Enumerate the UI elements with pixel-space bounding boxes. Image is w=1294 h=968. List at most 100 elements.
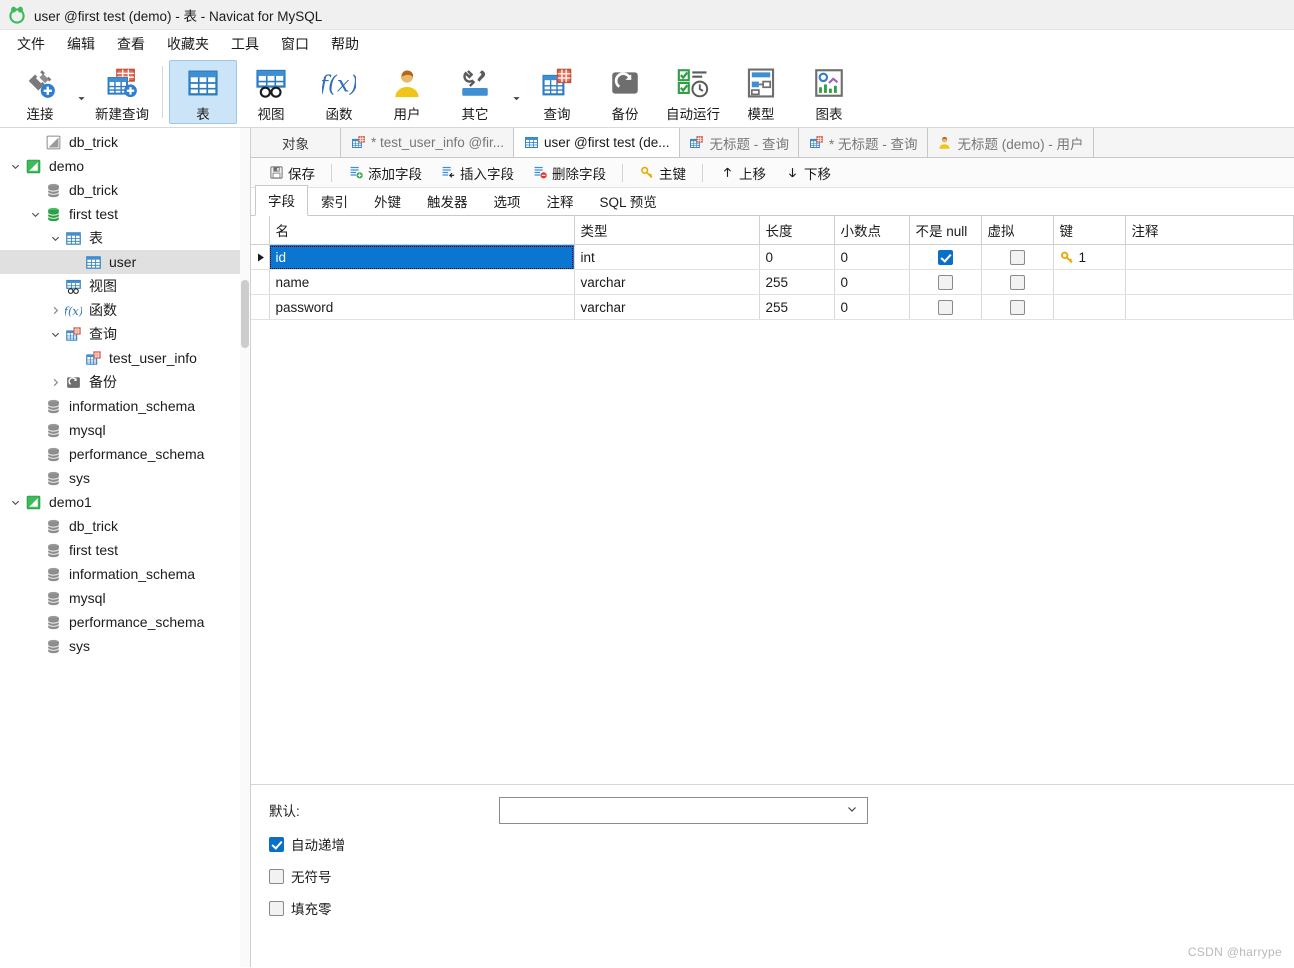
cell-key[interactable] bbox=[1053, 294, 1126, 320]
toolbar-button-函数[interactable]: f(x) 函数 bbox=[305, 60, 373, 124]
document-tab-0[interactable]: * test_user_info @fir... bbox=[341, 128, 515, 157]
cell-field-type[interactable]: varchar bbox=[574, 269, 760, 295]
tree-item-demo1[interactable]: demo1 bbox=[0, 490, 250, 514]
table-row[interactable]: name varchar 255 0 bbox=[251, 269, 1294, 295]
option-checkbox[interactable] bbox=[269, 836, 284, 852]
cell-field-decimals[interactable]: 0 bbox=[834, 244, 910, 270]
cell-field-length[interactable]: 0 bbox=[759, 244, 835, 270]
menu-edit[interactable]: 编辑 bbox=[56, 31, 106, 57]
option-checkbox[interactable] bbox=[269, 900, 284, 916]
cell-field-length[interactable]: 255 bbox=[759, 269, 835, 295]
col-header-type[interactable]: 类型 bbox=[574, 216, 760, 245]
virtual-checkbox[interactable] bbox=[1009, 274, 1025, 290]
toolbar-button-模型[interactable]: 模型 bbox=[727, 60, 795, 124]
tree-item-test_user_info[interactable]: test_user_info bbox=[0, 346, 250, 370]
cell-field-decimals[interactable]: 0 bbox=[834, 269, 910, 295]
tree-item-information_schema[interactable]: information_schema bbox=[0, 562, 250, 586]
cell-field-decimals[interactable]: 0 bbox=[834, 294, 910, 320]
tree-item-表[interactable]: 表 bbox=[0, 226, 250, 250]
col-header-not-null[interactable]: 不是 null bbox=[909, 216, 982, 245]
col-header-key[interactable]: 键 bbox=[1053, 216, 1126, 245]
action-保存[interactable]: 保存 bbox=[259, 159, 324, 187]
tree-item-备份[interactable]: 备份 bbox=[0, 370, 250, 394]
cell-key[interactable] bbox=[1053, 269, 1126, 295]
table-row[interactable]: password varchar 255 0 bbox=[251, 294, 1294, 320]
tree-item-performance_schema[interactable]: performance_schema bbox=[0, 442, 250, 466]
col-header-length[interactable]: 长度 bbox=[759, 216, 835, 245]
toolbar-button-其它[interactable]: 其它 bbox=[441, 60, 509, 124]
tree-item-mysql[interactable]: mysql bbox=[0, 418, 250, 442]
subtab-选项[interactable]: 选项 bbox=[481, 186, 534, 216]
cell-virtual[interactable] bbox=[981, 244, 1054, 270]
cell-comment[interactable] bbox=[1125, 244, 1294, 270]
toolbar-dropdown-caret[interactable] bbox=[509, 60, 523, 124]
cell-field-name[interactable]: id bbox=[269, 244, 575, 270]
col-header-decimals[interactable]: 小数点 bbox=[834, 216, 910, 245]
subtab-注释[interactable]: 注释 bbox=[534, 186, 587, 216]
tree-item-视图[interactable]: 视图 bbox=[0, 274, 250, 298]
menu-favorites[interactable]: 收藏夹 bbox=[156, 31, 220, 57]
toolbar-dropdown-caret[interactable] bbox=[74, 60, 88, 124]
tree-item-performance_schema[interactable]: performance_schema bbox=[0, 610, 250, 634]
tree-item-db_trick[interactable]: db_trick bbox=[0, 178, 250, 202]
cell-comment[interactable] bbox=[1125, 269, 1294, 295]
cell-field-name[interactable]: name bbox=[269, 269, 575, 295]
tree-twisty-right-icon[interactable] bbox=[46, 305, 64, 316]
tree-twisty-down-icon[interactable] bbox=[6, 497, 24, 508]
action-添加字段[interactable]: 添加字段 bbox=[339, 159, 431, 187]
menu-help[interactable]: 帮助 bbox=[320, 31, 370, 57]
document-tab-1[interactable]: user @first test (de... bbox=[514, 128, 680, 157]
subtab-字段[interactable]: 字段 bbox=[255, 185, 308, 216]
virtual-checkbox[interactable] bbox=[1009, 299, 1025, 315]
cell-field-type[interactable]: int bbox=[574, 244, 760, 270]
tree-item-sys[interactable]: sys bbox=[0, 466, 250, 490]
tree-item-db_trick[interactable]: db_trick bbox=[0, 514, 250, 538]
table-row[interactable]: id int 0 0 1 bbox=[251, 244, 1294, 270]
subtab-SQL-预览[interactable]: SQL 预览 bbox=[587, 186, 670, 216]
col-header-virtual[interactable]: 虚拟 bbox=[981, 216, 1054, 245]
option-自动递增[interactable]: 自动递增 bbox=[269, 832, 1294, 856]
toolbar-button-图表[interactable]: 图表 bbox=[795, 60, 863, 124]
tree-twisty-down-icon[interactable] bbox=[46, 233, 64, 244]
object-tab[interactable]: 对象 bbox=[251, 128, 341, 157]
menu-view[interactable]: 查看 bbox=[106, 31, 156, 57]
cell-field-name[interactable]: password bbox=[269, 294, 575, 320]
sidebar-scrollbar-thumb[interactable] bbox=[241, 280, 249, 348]
cell-comment[interactable] bbox=[1125, 294, 1294, 320]
not-null-checkbox[interactable] bbox=[937, 299, 953, 315]
option-填充零[interactable]: 填充零 bbox=[269, 896, 1294, 920]
action-下移[interactable]: 下移 bbox=[775, 159, 840, 187]
cell-field-type[interactable]: varchar bbox=[574, 294, 760, 320]
action-主键[interactable]: 主键 bbox=[630, 159, 695, 187]
toolbar-button-连接[interactable]: 连接 bbox=[6, 60, 74, 124]
cell-virtual[interactable] bbox=[981, 294, 1054, 320]
toolbar-button-自动运行[interactable]: 自动运行 bbox=[659, 60, 727, 124]
document-tab-3[interactable]: * 无标题 - 查询 bbox=[799, 128, 928, 157]
not-null-checkbox[interactable] bbox=[937, 249, 953, 265]
tree-item-函数[interactable]: f(x) 函数 bbox=[0, 298, 250, 322]
tree-twisty-down-icon[interactable] bbox=[6, 161, 24, 172]
menu-window[interactable]: 窗口 bbox=[270, 31, 320, 57]
cell-not-null[interactable] bbox=[909, 244, 982, 270]
virtual-checkbox[interactable] bbox=[1009, 249, 1025, 265]
toolbar-button-用户[interactable]: 用户 bbox=[373, 60, 441, 124]
tree-twisty-down-icon[interactable] bbox=[46, 329, 64, 340]
subtab-外键[interactable]: 外键 bbox=[361, 186, 414, 216]
toolbar-button-视图[interactable]: 视图 bbox=[237, 60, 305, 124]
action-上移[interactable]: 上移 bbox=[710, 159, 775, 187]
tree-twisty-down-icon[interactable] bbox=[26, 209, 44, 220]
tree-item-first-test[interactable]: first test bbox=[0, 538, 250, 562]
document-tab-4[interactable]: 无标题 (demo) - 用户 bbox=[927, 128, 1094, 157]
not-null-checkbox[interactable] bbox=[937, 274, 953, 290]
cell-virtual[interactable] bbox=[981, 269, 1054, 295]
toolbar-button-备份[interactable]: 备份 bbox=[591, 60, 659, 124]
action-插入字段[interactable]: 插入字段 bbox=[431, 159, 523, 187]
tree-item-user[interactable]: user bbox=[0, 250, 250, 274]
toolbar-button-表[interactable]: 表 bbox=[169, 60, 237, 124]
cell-key[interactable]: 1 bbox=[1053, 244, 1126, 270]
sidebar-scrollbar[interactable] bbox=[240, 128, 250, 967]
subtab-索引[interactable]: 索引 bbox=[308, 186, 361, 216]
menu-file[interactable]: 文件 bbox=[6, 31, 56, 57]
default-value-select[interactable] bbox=[499, 796, 868, 824]
col-header-name[interactable]: 名 bbox=[269, 216, 575, 245]
